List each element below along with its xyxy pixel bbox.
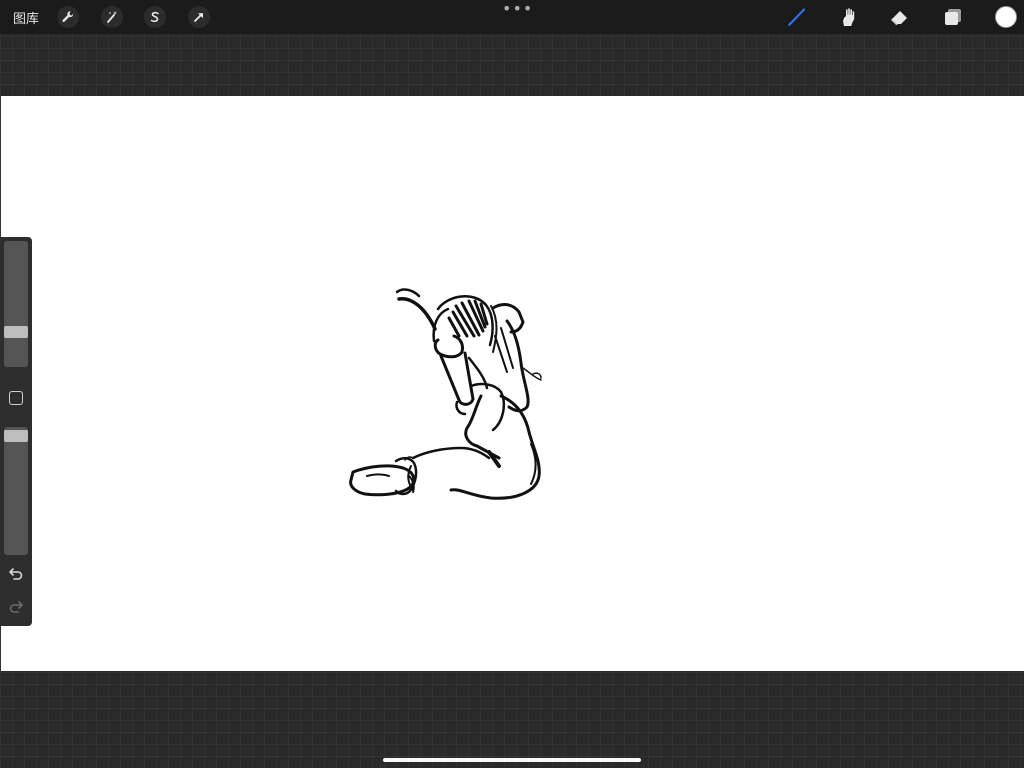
eraser-tool-button[interactable] xyxy=(888,5,912,29)
smudge-icon xyxy=(843,8,855,26)
actions-button[interactable] xyxy=(57,6,79,28)
gallery-button[interactable]: 图库 xyxy=(13,8,39,27)
left-sidebar xyxy=(0,237,32,626)
layers-icon xyxy=(945,9,961,25)
brush-size-slider[interactable] xyxy=(4,241,28,367)
color-picker-button[interactable] xyxy=(995,6,1017,28)
paint-tool-button[interactable] xyxy=(785,5,809,29)
top-toolbar: 图库 ••• xyxy=(0,0,1024,34)
magic-wand-icon xyxy=(107,11,117,23)
opacity-slider[interactable] xyxy=(4,427,28,555)
home-indicator[interactable] xyxy=(383,758,641,762)
redo-icon[interactable] xyxy=(8,600,24,614)
selection-button[interactable] xyxy=(144,6,166,28)
figure-sketch xyxy=(349,288,542,500)
transform-button[interactable] xyxy=(188,6,210,28)
smudge-tool-button[interactable] xyxy=(836,5,860,29)
more-options-handle[interactable]: ••• xyxy=(502,1,533,17)
adjustments-button[interactable] xyxy=(101,6,123,28)
modify-button[interactable] xyxy=(9,391,23,405)
brush-icon xyxy=(788,8,806,26)
opacity-thumb[interactable] xyxy=(4,430,28,442)
wrench-icon xyxy=(62,11,74,22)
eraser-icon xyxy=(891,11,907,25)
transform-arrow-icon xyxy=(194,13,203,22)
layers-button[interactable] xyxy=(941,5,965,29)
undo-icon[interactable] xyxy=(8,567,24,581)
brush-size-thumb[interactable] xyxy=(4,326,28,338)
drawing-canvas[interactable] xyxy=(1,96,1024,671)
selection-icon xyxy=(150,11,159,23)
